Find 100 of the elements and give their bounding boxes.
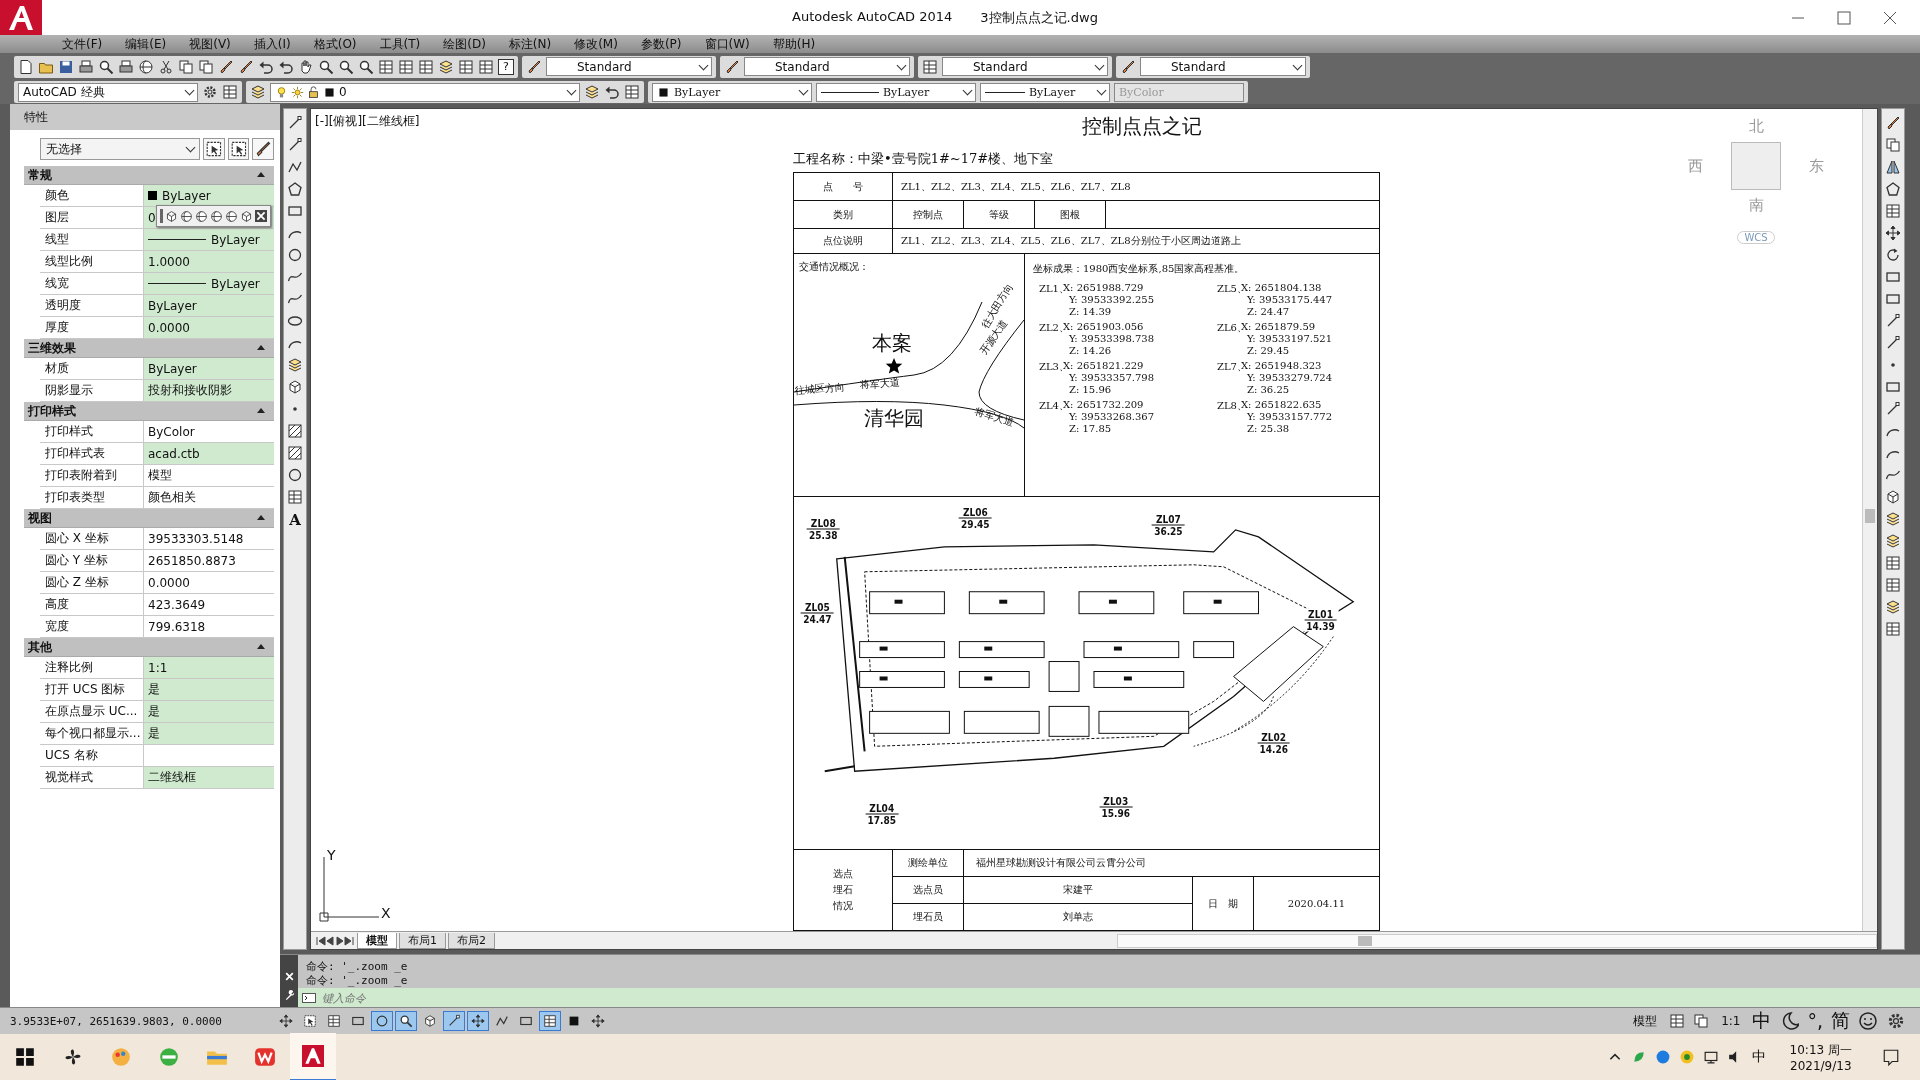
copy-icon[interactable]: [178, 58, 194, 75]
menu-item[interactable]: 工具(T): [379, 35, 421, 53]
property-value[interactable]: 模型: [148, 467, 172, 484]
horizontal-scrollbar[interactable]: [1117, 933, 1877, 948]
select-objects-icon[interactable]: [227, 138, 250, 160]
menu-item[interactable]: 视图(V): [189, 35, 231, 53]
rectangle-tool-icon[interactable]: [287, 203, 303, 219]
tab-navigation-icon[interactable]: [315, 934, 355, 947]
drafting-toggle[interactable]: [539, 1011, 561, 1031]
menu-item[interactable]: 标注(N): [508, 35, 552, 53]
settings-icon[interactable]: [1886, 1011, 1906, 1031]
array-icon[interactable]: [1885, 203, 1901, 219]
command-prompt-icon[interactable]: [302, 992, 316, 1003]
help-button[interactable]: ?: [498, 58, 514, 75]
workspace-dropdown[interactable]: AutoCAD 经典: [18, 82, 198, 102]
zoom-icon[interactable]: [318, 58, 334, 75]
section-header[interactable]: 其他: [24, 638, 274, 657]
wrench-icon[interactable]: [283, 990, 295, 1001]
property-value[interactable]: 颜色相关: [148, 489, 196, 506]
workspace-settings-icon[interactable]: [202, 84, 218, 100]
menu-item[interactable]: 编辑(E): [125, 35, 167, 53]
property-value[interactable]: 是: [148, 703, 160, 720]
annotation-scale-button[interactable]: 1:1: [1717, 1014, 1745, 1028]
table-tool-icon[interactable]: [287, 489, 303, 505]
copy-object-icon[interactable]: [1885, 137, 1901, 153]
start-icon[interactable]: [14, 1046, 36, 1068]
menu-item[interactable]: 修改(M): [574, 35, 618, 53]
construction-line-icon[interactable]: [287, 137, 303, 153]
property-value[interactable]: ByColor: [148, 424, 195, 439]
cad-app-button[interactable]: [290, 1033, 336, 1080]
vertical-scrollbar[interactable]: [1862, 109, 1877, 931]
polygon-tool-icon[interactable]: [287, 181, 303, 197]
collapse-caret-icon[interactable]: [256, 642, 266, 652]
polyline-tool-icon[interactable]: [287, 159, 303, 175]
close-icon[interactable]: [255, 210, 267, 222]
box-view-icon[interactable]: [165, 209, 178, 223]
section-header[interactable]: 常规: [24, 166, 274, 185]
menu-item[interactable]: 文件(F): [62, 35, 103, 53]
property-value[interactable]: 799.6318: [148, 619, 206, 634]
script-button[interactable]: 简: [1831, 1008, 1850, 1034]
layout-tab[interactable]: 模型: [357, 932, 397, 949]
mirror-icon[interactable]: [1885, 159, 1901, 175]
globe-icon[interactable]: [138, 58, 154, 75]
selection-dropdown[interactable]: 无选择: [40, 138, 200, 160]
style-dropdown[interactable]: Standard: [546, 57, 712, 76]
collapse-caret-icon[interactable]: [256, 170, 266, 180]
section-header[interactable]: 打印样式: [24, 402, 274, 421]
property-value[interactable]: 是: [148, 681, 160, 698]
draw-order-icon[interactable]: [1885, 511, 1901, 527]
style-dropdown[interactable]: Standard: [744, 57, 910, 76]
property-value[interactable]: 0.0000: [148, 575, 190, 590]
command-line-field[interactable]: 键入命令: [298, 988, 1920, 1007]
cut-icon[interactable]: [158, 58, 174, 75]
shield-icon[interactable]: [1655, 1050, 1670, 1064]
zoom-previous-icon[interactable]: [358, 58, 374, 75]
command-input[interactable]: 键入命令: [320, 990, 1920, 1005]
preview-icon[interactable]: [98, 58, 114, 75]
drafting-toggle[interactable]: [395, 1011, 417, 1031]
menu-item[interactable]: 窗口(W): [704, 35, 750, 53]
property-value[interactable]: 1:1: [148, 660, 168, 675]
property-value[interactable]: 39533303.5148: [148, 531, 244, 546]
layer-dropdown[interactable]: 0: [270, 82, 580, 102]
zoom-window-icon[interactable]: [338, 58, 354, 75]
continuous-orbit-icon[interactable]: [210, 209, 223, 223]
hatch-tool-icon[interactable]: [287, 423, 303, 439]
layer-previous-icon[interactable]: [604, 84, 620, 100]
drafting-toggle[interactable]: [443, 1011, 465, 1031]
layout-tab[interactable]: 布局2: [448, 932, 495, 949]
orbit-icon[interactable]: [180, 209, 193, 223]
menu-item[interactable]: 绘图(D): [443, 35, 486, 53]
toggle-pickadd-icon[interactable]: [202, 138, 225, 160]
section-header[interactable]: 三维效果: [24, 339, 274, 358]
notification-icon[interactable]: [1882, 1048, 1900, 1066]
ellipse-tool-icon[interactable]: [287, 313, 303, 329]
application-menu-button[interactable]: [0, 0, 42, 35]
clock[interactable]: 10:13 周一 2021/9/13: [1789, 1041, 1852, 1073]
section-header[interactable]: 视图: [24, 509, 274, 528]
punctuation-button[interactable]: °,: [1807, 1010, 1823, 1032]
sync-icon[interactable]: [1679, 1050, 1694, 1064]
property-value[interactable]: 是: [148, 725, 160, 742]
browser-icon[interactable]: [158, 1046, 180, 1068]
collapse-caret-icon[interactable]: [256, 513, 266, 523]
layer-icon[interactable]: [1885, 533, 1901, 549]
make-block-icon[interactable]: [287, 379, 303, 395]
menu-item[interactable]: 参数(P): [640, 35, 682, 53]
pan-icon[interactable]: [298, 58, 314, 75]
smiley-icon[interactable]: [1858, 1011, 1878, 1031]
free-orbit-icon[interactable]: [195, 209, 208, 223]
paste-icon[interactable]: [198, 58, 214, 75]
plot-icon[interactable]: [118, 58, 134, 75]
drafting-toggle[interactable]: [467, 1011, 489, 1031]
layer-isolate-icon[interactable]: [1885, 599, 1901, 615]
property-value[interactable]: 2651850.8873: [148, 553, 236, 568]
input-language[interactable]: 中: [1751, 1048, 1766, 1066]
paint-icon[interactable]: [110, 1046, 132, 1068]
multiline-text-tool[interactable]: A: [289, 511, 301, 529]
layout-tab[interactable]: 布局1: [399, 932, 446, 949]
linetype-dropdown[interactable]: ByLayer: [816, 82, 976, 102]
model-space-button[interactable]: 模型: [1629, 1012, 1662, 1030]
ime-mode-button[interactable]: 中: [1752, 1008, 1772, 1034]
